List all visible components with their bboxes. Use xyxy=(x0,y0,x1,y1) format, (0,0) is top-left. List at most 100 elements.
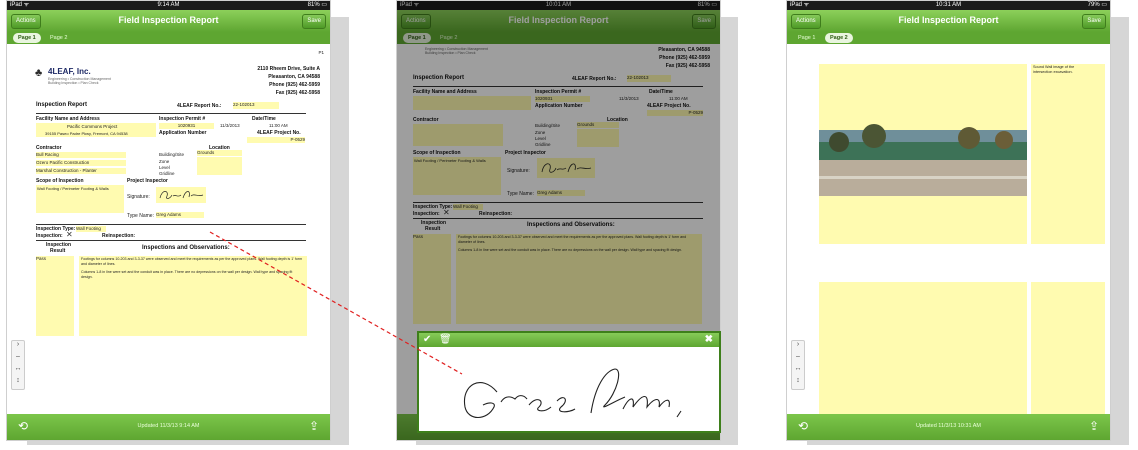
minus-icon[interactable]: – xyxy=(792,353,804,365)
inspection-check-icon[interactable]: ✕ xyxy=(66,230,73,239)
zone-label: Zone xyxy=(159,159,170,164)
fit-height-icon[interactable]: ↕ xyxy=(792,377,804,389)
photo-note-text: Sound Wall image of the intersection exc… xyxy=(1033,65,1075,74)
facility-address: 39155 Paseo Padre Pkwy, Fremont, CA 9453… xyxy=(45,131,128,136)
company-address: 2110 Rheem Drive, Suite A xyxy=(257,66,320,72)
trash-icon[interactable]: 🗑 xyxy=(439,334,452,346)
share-icon[interactable]: ⇪ xyxy=(306,420,322,433)
project-number-field[interactable]: P-0529 xyxy=(247,137,305,143)
close-icon[interactable]: ✖ xyxy=(705,334,713,346)
contractor-field-2[interactable]: Ozero Pacific Construction xyxy=(36,160,126,166)
report-no-label: 4LEAF Report No.: xyxy=(177,103,222,109)
zoom-controls: › – ↔ ↕ xyxy=(791,340,805,390)
page-tabs: Page 1 Page 2 xyxy=(7,32,330,44)
company-phone: Phone (925) 462-5959 xyxy=(269,82,320,88)
signature-canvas[interactable] xyxy=(419,347,719,431)
site-photo xyxy=(819,124,1027,196)
report-no-field[interactable]: 22-102013 xyxy=(233,102,279,109)
page-tabs: Page 1 Page 2 xyxy=(787,32,1110,44)
scope-value: Wall Footing / Perimeter Footing & Walls xyxy=(37,186,109,191)
building-field[interactable]: Grounds xyxy=(197,150,242,156)
clock: 9:14 AM xyxy=(157,2,180,8)
bottom-toolbar: ⟲ Updated 11/3/13 10:31 AM ⇪ xyxy=(787,414,1110,440)
company-tagline: Building Inspection • Plan Check xyxy=(48,81,99,85)
report-title: Inspection Report xyxy=(36,102,88,108)
updated-timestamp: Updated 11/3/13 10:31 AM xyxy=(915,423,982,429)
result-label: Result xyxy=(50,248,66,254)
observation-text: Footings for columns 10-203 and 3-3-37 w… xyxy=(81,257,303,266)
expand-icon[interactable]: › xyxy=(12,341,24,353)
signature-image xyxy=(159,191,204,199)
inspection-type-field[interactable]: Wall Footing xyxy=(76,226,106,232)
company-name: 4LEAF, Inc. xyxy=(48,67,91,76)
fit-width-icon[interactable]: ↔ xyxy=(792,365,804,377)
tab-page-1[interactable]: Page 1 xyxy=(793,33,820,43)
contractor-field-1[interactable]: Bull Racing xyxy=(36,152,126,158)
tab-page-1[interactable]: Page 1 xyxy=(13,33,41,43)
minus-icon[interactable]: – xyxy=(12,353,24,365)
date-value: 11/3/2013 xyxy=(220,123,240,128)
observations-label: Inspections and Observations: xyxy=(142,245,230,251)
battery: 79% ▭ xyxy=(1087,2,1107,8)
expand-icon[interactable]: › xyxy=(792,341,804,353)
signature-popup-toolbar: ✔ 🗑 ✖ xyxy=(419,333,719,347)
divider xyxy=(36,224,306,225)
contractor-label: Contractor xyxy=(36,145,62,151)
tab-page-2[interactable]: Page 2 xyxy=(825,33,853,43)
photo-note-field-empty[interactable] xyxy=(1031,282,1105,416)
building-label: Building/Site xyxy=(159,152,185,157)
application-number-label: Application Number xyxy=(159,130,207,136)
observation-text: Columns 1-8 in line were set and the con… xyxy=(81,270,293,279)
zone-level-fields[interactable] xyxy=(197,157,242,175)
type-name-field[interactable]: Greg Adams xyxy=(156,212,204,218)
inspection-label: Inspection: xyxy=(36,233,63,239)
company-fax: Fax (925) 462-5958 xyxy=(275,90,320,96)
scope-label: Scope of Inspection xyxy=(36,178,84,184)
photo-note-field[interactable] xyxy=(1031,64,1105,244)
ipad-screen-1: iPad ᯤ 9:14 AM 81% ▭ Actions Field Inspe… xyxy=(6,0,331,441)
level-label: Level xyxy=(159,165,170,170)
signature-field[interactable] xyxy=(156,187,206,203)
gridline-label: Gridline xyxy=(159,171,175,176)
fit-width-icon[interactable]: ↔ xyxy=(12,365,24,377)
time-value: 11:00 AM xyxy=(269,123,288,128)
photo-page: Sound Wall image of the intersection exc… xyxy=(787,44,1110,416)
nav-bar: Actions Field Inspection Report Save xyxy=(7,10,330,32)
divider xyxy=(36,113,306,114)
result-field[interactable]: Pass xyxy=(36,256,74,336)
status-bar: iPad ᯤ 9:14 AM 81% ▭ xyxy=(7,1,330,10)
page-title: Field Inspection Report xyxy=(118,15,219,25)
battery: 81% ▭ xyxy=(307,2,327,8)
save-button[interactable]: Save xyxy=(302,14,326,29)
save-button[interactable]: Save xyxy=(1082,14,1106,29)
photo-field[interactable] xyxy=(819,64,1027,244)
contractor-field-3[interactable]: Marshal Construction - Planter xyxy=(36,168,126,174)
permit-label: Inspection Permit # xyxy=(159,116,206,122)
project-inspector-label: Project Inspector xyxy=(127,178,168,184)
zoom-controls: › – ↔ ↕ xyxy=(11,340,25,390)
checkmark-icon[interactable]: ✔ xyxy=(423,334,431,346)
page-title: Field Inspection Report xyxy=(898,15,999,25)
facility-name: Pacific Commons Project xyxy=(67,124,118,129)
clock: 10:31 AM xyxy=(935,2,962,8)
bottom-toolbar: ⟲ Updated 11/3/13 9:14 AM ⇪ xyxy=(7,414,330,440)
photo-field-empty[interactable] xyxy=(819,282,1027,416)
report-page: P1 ♣ 4LEAF, Inc. Engineering • Construct… xyxy=(7,44,330,414)
datetime-label: Date/Time xyxy=(252,116,276,122)
signature-capture-popup: ✔ 🗑 ✖ xyxy=(417,331,721,433)
facility-label: Facility Name and Address xyxy=(36,116,100,122)
project-number-label: 4LEAF Project No. xyxy=(257,130,301,136)
observations-field[interactable] xyxy=(79,256,307,336)
ipad-screen-3: iPad ᯤ 10:31 AM 79% ▭ Actions Field Insp… xyxy=(786,0,1111,441)
share-icon[interactable]: ⇪ xyxy=(1086,420,1102,433)
fit-height-icon[interactable]: ↕ xyxy=(12,377,24,389)
company-city: Pleasanton, CA 94588 xyxy=(268,74,320,80)
page-marker: P1 xyxy=(318,50,324,55)
reinspection-label: Reinspection: xyxy=(102,233,136,239)
type-name-label: Type Name: xyxy=(127,213,154,219)
updated-timestamp: Updated 11/3/13 9:14 AM xyxy=(137,423,200,429)
signature-label: Signature: xyxy=(127,194,150,200)
tab-page-2[interactable]: Page 2 xyxy=(45,33,72,43)
permit-field[interactable]: 1020931 xyxy=(159,123,214,129)
divider xyxy=(36,240,306,241)
